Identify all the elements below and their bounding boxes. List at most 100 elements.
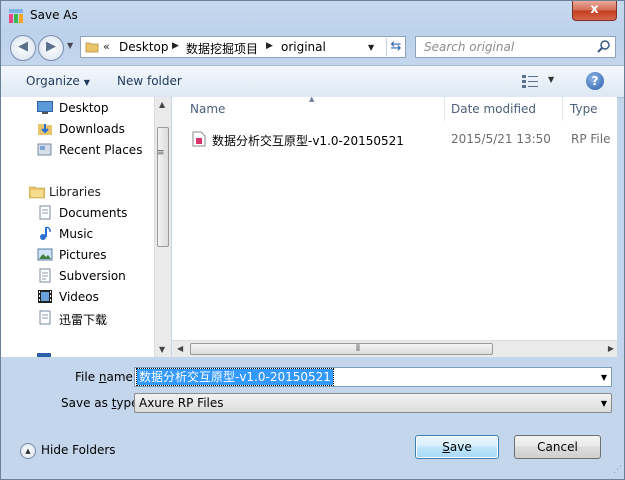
sidebar-item-label: Downloads (59, 122, 125, 136)
views-dropdown-icon[interactable]: ▼ (548, 75, 554, 84)
grip-icon: ⦀ (356, 344, 360, 354)
search-input[interactable]: Search original (415, 36, 616, 58)
videos-icon (38, 290, 52, 303)
app-icon (9, 9, 23, 23)
resize-grip-icon[interactable]: ⋰ (613, 465, 622, 475)
back-arrow-icon: ◀ (18, 39, 28, 54)
breadcrumb-original[interactable]: original (281, 40, 326, 54)
forward-arrow-icon: ▶ (46, 39, 56, 54)
sidebar-item-music[interactable]: Music (37, 224, 155, 244)
sidebar-item-label: Desktop (59, 101, 109, 115)
file-date-modified: 2015/5/21 13:50 (451, 132, 551, 146)
file-list-pane: ▲ Name Date modified Type 数据分析交互原型-v1.0-… (172, 97, 617, 357)
xunlei-download-icon (39, 310, 51, 325)
music-icon (40, 226, 51, 240)
forward-button[interactable]: ▶ (38, 35, 64, 61)
file-name-value[interactable]: 数据分析交互原型-v1.0-20150521 (136, 368, 334, 386)
sidebar-vertical-scrollbar[interactable]: ▲ ≡ ▼ (154, 97, 171, 357)
refresh-button[interactable]: ⇆ (386, 38, 405, 56)
recent-locations-dropdown-icon[interactable]: ▼ (67, 41, 73, 50)
save-button[interactable]: Save (415, 435, 499, 459)
organize-menu[interactable]: Organize ▼ (26, 74, 90, 88)
sidebar-item-downloads[interactable]: Downloads (37, 119, 155, 139)
sidebar-item-videos[interactable]: Videos (37, 287, 155, 307)
sidebar-item-label: Documents (59, 206, 128, 220)
close-icon: x (590, 2, 599, 17)
refresh-icon: ⇆ (390, 39, 402, 54)
recent-places-icon (37, 143, 52, 156)
window-title: Save As (30, 8, 78, 22)
scrollbar-thumb[interactable]: ⦀ (190, 343, 493, 355)
sidebar-item-label: Videos (59, 290, 99, 304)
breadcrumb-project[interactable]: 数据挖掘项目 (186, 40, 258, 57)
search-placeholder: Search original (424, 40, 515, 54)
sidebar-item-label: Recent Places (59, 143, 143, 157)
file-list-horizontal-scrollbar[interactable]: ◀ ⦀ ▶ (172, 340, 617, 357)
sidebar-item-label: Subversion (59, 269, 126, 283)
breadcrumb-separator-icon[interactable]: ▶ (172, 41, 179, 51)
scroll-left-icon[interactable]: ◀ (177, 344, 183, 353)
grip-icon: ≡ (157, 148, 165, 158)
column-divider[interactable] (562, 97, 563, 121)
address-dropdown-icon[interactable]: ▼ (368, 43, 374, 52)
organize-label: Organize (26, 74, 80, 88)
scrollbar-thumb[interactable] (157, 127, 169, 247)
pictures-icon (37, 248, 53, 261)
change-view-icon[interactable] (522, 74, 538, 88)
scroll-down-icon[interactable]: ▼ (159, 345, 165, 354)
sidebar-item-pictures[interactable]: Pictures (37, 245, 155, 265)
breadcrumb-overflow[interactable]: « (103, 40, 110, 53)
sidebar-item-desktop[interactable]: Desktop (37, 98, 155, 118)
sidebar-item-xunlei-downloads[interactable]: 迅雷下载 (37, 308, 155, 328)
close-button[interactable]: x (572, 1, 617, 21)
column-divider[interactable] (444, 97, 445, 121)
save-as-type-dropdown-icon[interactable]: ▼ (601, 399, 607, 408)
command-toolbar: Organize ▼ New folder ▼ ? (1, 65, 624, 98)
file-name-label: File name: (75, 370, 137, 384)
breadcrumb-desktop[interactable]: Desktop (119, 40, 169, 54)
file-name-dropdown-icon[interactable]: ▼ (601, 373, 607, 382)
search-icon[interactable] (597, 40, 610, 54)
save-as-type-label: Save as type: (61, 396, 143, 410)
breadcrumb-separator-icon[interactable]: ▶ (266, 41, 273, 51)
cancel-button[interactable]: Cancel (514, 435, 601, 459)
libraries-icon (29, 186, 45, 199)
save-as-type-select[interactable]: Axure RP Files ▼ (134, 393, 612, 413)
organize-dropdown-icon: ▼ (83, 78, 90, 87)
file-name-input[interactable]: 数据分析交互原型-v1.0-20150521 ▼ (134, 367, 612, 387)
sidebar-item-documents[interactable]: Documents (37, 203, 155, 223)
downloads-icon (38, 124, 52, 135)
desktop-icon (37, 101, 53, 114)
sidebar-item-subversion[interactable]: Subversion (37, 266, 155, 286)
save-as-type-value: Axure RP Files (139, 396, 224, 410)
sidebar-item-label: Music (59, 227, 94, 241)
sidebar-item-libraries[interactable]: Libraries (26, 182, 156, 202)
computer-icon (37, 353, 51, 357)
column-header-date-modified[interactable]: Date modified (451, 102, 536, 116)
documents-icon (39, 205, 51, 220)
new-folder-button[interactable]: New folder (117, 74, 182, 88)
subversion-icon (39, 268, 51, 283)
sidebar-item-label: Pictures (59, 248, 107, 262)
sidebar-item-label: 迅雷下载 (59, 313, 108, 327)
address-bar[interactable]: « Desktop ▶ 数据挖掘项目 ▶ original ▼ ⇆ (80, 36, 406, 58)
collapse-up-icon: ▲ (20, 443, 36, 459)
navigation-pane: Desktop Downloads Recent Places Librarie… (1, 97, 171, 357)
scroll-right-icon[interactable]: ▶ (608, 344, 614, 353)
help-icon[interactable]: ? (586, 72, 604, 90)
hide-folders-label: Hide Folders (41, 443, 116, 457)
column-header-type[interactable]: Type (570, 102, 598, 116)
sidebar-item-computer-partial[interactable] (37, 349, 155, 357)
sidebar-item-recent-places[interactable]: Recent Places (37, 140, 155, 160)
back-button[interactable]: ◀ (10, 35, 36, 61)
rp-file-icon (192, 131, 206, 147)
sort-ascending-icon: ▲ (309, 97, 315, 103)
column-header-name[interactable]: Name (190, 102, 225, 116)
save-as-dialog: Save As x ◀ ▶ ▼ « Desktop ▶ 数据挖掘项目 ▶ ori… (0, 0, 625, 480)
title-bar: Save As x (1, 1, 624, 31)
file-name: 数据分析交互原型-v1.0-20150521 (212, 134, 404, 148)
file-type: RP File (571, 132, 611, 146)
scroll-up-icon[interactable]: ▲ (159, 100, 165, 109)
file-row[interactable]: 数据分析交互原型-v1.0-20150521 2015/5/21 13:50 R… (192, 129, 617, 149)
hide-folders-toggle[interactable]: ▲ Hide Folders (20, 442, 130, 460)
